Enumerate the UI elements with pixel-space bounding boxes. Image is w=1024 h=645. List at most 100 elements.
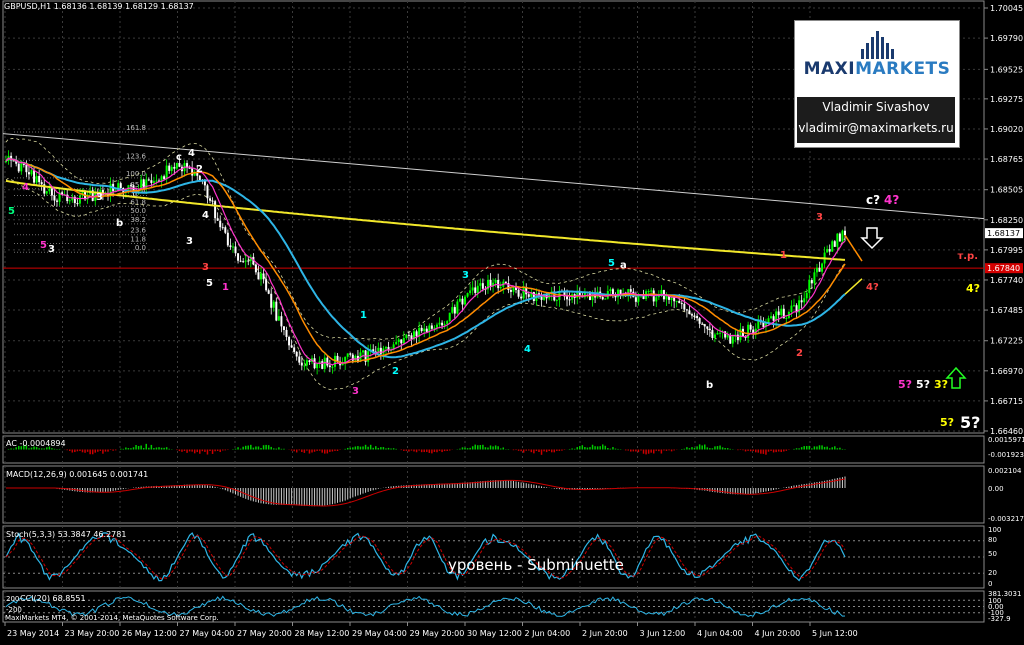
candle-body (770, 316, 773, 319)
wave-label: 3 (462, 270, 469, 281)
candle-body (402, 337, 405, 344)
candle-body (568, 299, 571, 301)
candle-body (647, 291, 650, 293)
wave-forecast-label: 4? (884, 193, 899, 207)
candle-body (300, 362, 303, 366)
price-axis-label: 1.67225 (990, 337, 1023, 346)
candle-body (777, 311, 780, 316)
candle-body (48, 188, 51, 192)
candle-body (706, 326, 709, 329)
candle-body (298, 356, 301, 363)
candle-body (25, 164, 28, 173)
candle-body (520, 296, 523, 299)
candle-body (129, 185, 132, 187)
wave-label: 2 (796, 348, 803, 359)
candle-body (800, 300, 803, 303)
price-axis-label: 1.69020 (990, 125, 1023, 134)
candle-body (566, 296, 569, 300)
author-block: Vladimir Sivashov vladimir@maximarkets.r… (797, 97, 955, 143)
candle-body (489, 279, 492, 286)
candle-body (504, 281, 507, 284)
candle-body (295, 351, 298, 357)
candle-body (400, 339, 403, 344)
candle-body (206, 185, 209, 199)
candle-body (678, 300, 681, 304)
candle-body (713, 334, 716, 338)
candle-body (377, 347, 380, 352)
candle-body (711, 330, 714, 338)
candle-body (405, 334, 408, 338)
wave-forecast-label: 5? (960, 413, 980, 432)
candle-body (188, 167, 191, 169)
candle-body (231, 246, 234, 248)
candle-body (685, 309, 688, 311)
wave-forecast-label: 4? (966, 282, 980, 295)
candle-body (56, 200, 59, 202)
candle-body (844, 230, 846, 236)
fib-level-label: 50.0 (130, 207, 146, 215)
candle-body (262, 273, 265, 280)
candle-body (785, 317, 788, 319)
candle-body (341, 363, 344, 366)
price-axis-label: 1.66715 (990, 397, 1023, 406)
candle-body (53, 195, 56, 201)
time-axis-label: 27 May 20:00 (237, 629, 292, 638)
candle-body (780, 308, 783, 316)
wave-label: 3 (48, 244, 55, 255)
candle-body (479, 283, 482, 286)
wave-label: 1 (222, 282, 229, 293)
candle-body (288, 336, 291, 346)
candle-body (379, 347, 382, 354)
price-axis-label: 1.67995 (990, 246, 1023, 255)
candle-body (163, 176, 166, 180)
time-axis-label: 2 Jun 04:00 (525, 629, 571, 638)
wave-label: 5 (206, 278, 213, 289)
candle-body (395, 342, 398, 345)
candle-body (150, 180, 153, 183)
candle-body (265, 279, 268, 291)
candle-body (282, 326, 285, 330)
candle-body (461, 298, 464, 305)
candle-body (637, 295, 640, 302)
candle-body (308, 360, 311, 363)
time-axis-label: 29 May 20:00 (410, 629, 465, 638)
candle-body (168, 165, 171, 171)
candle-body (33, 170, 36, 183)
stoch-axis-label: 100 (988, 526, 1001, 534)
candle-body (464, 296, 467, 305)
candle-body (244, 260, 247, 262)
candle-body (650, 290, 653, 292)
wave-label: 5 (608, 258, 615, 269)
candle-body (629, 289, 632, 292)
macd-axis-label: 0.002104 (988, 467, 1022, 475)
candle-body (277, 316, 280, 321)
candle-body (173, 166, 176, 169)
candle-body (328, 365, 331, 368)
candle-body (688, 310, 691, 315)
candle-body (285, 329, 288, 337)
candle-body (815, 267, 818, 273)
down-arrow-icon (860, 227, 884, 250)
candle-body (836, 233, 839, 247)
time-axis-label: 27 May 04:00 (180, 629, 235, 638)
wave-forecast-label: 5? (940, 416, 954, 429)
wave-label: 2 (196, 164, 203, 175)
candle-body (828, 249, 831, 252)
candle-body (601, 297, 604, 300)
candle-body (831, 241, 834, 252)
candle-body (527, 294, 530, 297)
candle-body (838, 233, 841, 242)
price-axis-label: 1.70045 (990, 4, 1023, 13)
candle-body (469, 290, 472, 294)
candle-body (17, 163, 20, 172)
candle-body (522, 287, 525, 299)
time-axis-label: 23 May 2014 (7, 629, 59, 638)
candle-body (254, 264, 257, 273)
candle-body (474, 287, 477, 293)
author-name: Vladimir Sivashov (822, 100, 930, 114)
candle-body (119, 183, 122, 188)
current-price-label: 1.68137 (987, 229, 1020, 238)
candle-body (726, 334, 729, 338)
ac-label: AC -0.0004894 (6, 439, 66, 448)
candle-body (494, 279, 497, 283)
